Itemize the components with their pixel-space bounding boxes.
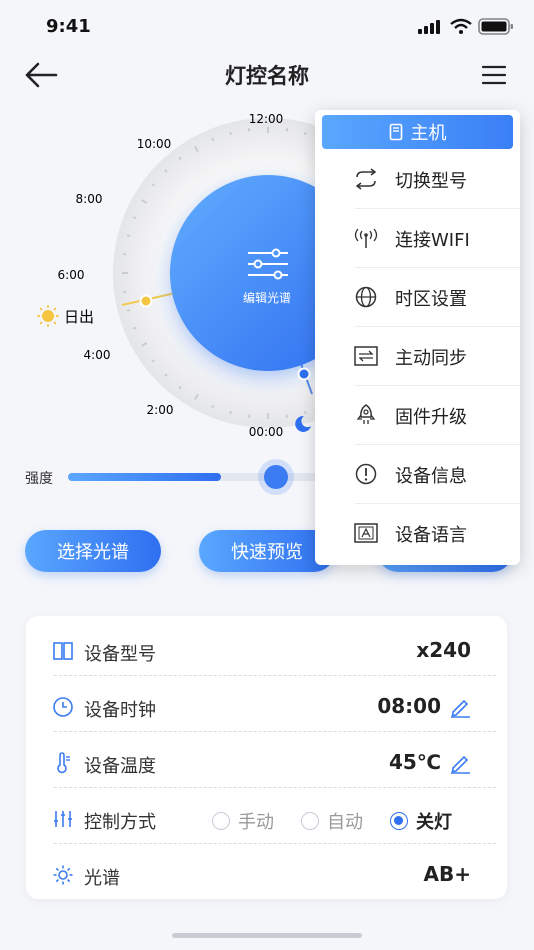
- menu-item-label: 切换型号: [395, 171, 467, 192]
- intensity-slider-fill: [68, 473, 221, 481]
- home-indicator: [172, 933, 362, 938]
- menu-item-switch-model[interactable]: 切换型号: [315, 150, 520, 209]
- rocket-icon: [356, 404, 376, 424]
- dial-tick: [132, 326, 137, 330]
- radio-circle: [301, 812, 319, 830]
- switch-icon: [355, 168, 377, 190]
- menu-item-sync[interactable]: 主动同步: [315, 327, 520, 386]
- sunrise-label: 日出: [64, 308, 94, 326]
- dial-tick: [304, 131, 307, 136]
- device-model-value: x240: [416, 638, 471, 662]
- device-clock-label: 设备时钟: [84, 700, 156, 721]
- menu-item-language[interactable]: 设备语言: [315, 504, 520, 563]
- device-model-row: 设备型号 x240: [26, 622, 507, 678]
- menu-header-label: 主机: [410, 123, 447, 144]
- radio-auto-label: 自动: [327, 812, 363, 833]
- menu-item-label: 固件升级: [395, 407, 467, 428]
- menu-item-timezone[interactable]: 时区设置: [315, 268, 520, 327]
- menu-item-firmware[interactable]: 固件升级: [315, 386, 520, 445]
- hour-8: 8:00: [76, 192, 103, 206]
- radio-off[interactable]: 关灯: [390, 808, 452, 834]
- hour-0: 00:00: [249, 425, 284, 439]
- menu-header: 主机: [322, 115, 513, 149]
- radio-auto[interactable]: 自动: [301, 808, 363, 834]
- dial-tick: [126, 234, 131, 237]
- language-icon: [354, 523, 378, 543]
- menu-item-label: 主动同步: [395, 348, 467, 369]
- device-model-label: 设备型号: [84, 644, 156, 665]
- hour-2: 2:00: [147, 403, 174, 417]
- divider: [54, 787, 496, 788]
- device-temperature-value: 45℃: [388, 750, 441, 774]
- device-temperature-row: 设备温度 45℃: [26, 734, 507, 790]
- spectrum-row: 光谱 AB+: [26, 846, 507, 902]
- intensity-label: 强度: [25, 471, 53, 487]
- device-icon: [389, 123, 402, 141]
- sun-icon: [37, 305, 59, 327]
- hour-10: 10:00: [137, 137, 172, 151]
- menu-item-label: 设备信息: [395, 466, 467, 487]
- dial-tick: [304, 410, 307, 415]
- menu-item-label: 时区设置: [395, 289, 467, 310]
- clock-icon: [53, 697, 73, 717]
- dial-tick: [126, 309, 131, 312]
- sync-icon: [354, 346, 378, 366]
- radio-circle-selected: [390, 812, 408, 830]
- device-temperature-label: 设备温度: [84, 756, 156, 777]
- menu-item-device-info[interactable]: 设备信息: [315, 445, 520, 504]
- center-label: 编辑光谱: [243, 290, 291, 305]
- control-mode-label: 控制方式: [84, 812, 156, 833]
- select-spectrum-button[interactable]: 选择光谱: [25, 530, 161, 572]
- device-clock-row: 设备时钟 08:00: [26, 678, 507, 734]
- divider: [54, 843, 496, 844]
- menu-icon[interactable]: [480, 64, 508, 86]
- edit-clock-icon[interactable]: [449, 696, 471, 718]
- info-icon: [355, 463, 377, 485]
- thermometer-icon: [57, 752, 70, 774]
- dial-tick: [229, 131, 232, 136]
- globe-icon: [355, 286, 377, 308]
- sunset-handle[interactable]: [297, 367, 311, 381]
- dial-tick: [229, 410, 232, 415]
- intensity-slider-thumb[interactable]: [264, 465, 288, 489]
- device-clock-value: 08:00: [377, 694, 441, 718]
- hour-12: 12:00: [249, 112, 284, 126]
- status-time: 9:41: [46, 16, 91, 37]
- page-title: 灯控名称: [225, 64, 309, 88]
- sunrise-handle[interactable]: [139, 294, 153, 308]
- dial-tick: [132, 216, 137, 220]
- divider: [54, 731, 496, 732]
- radio-off-label: 关灯: [416, 812, 452, 833]
- host-dropdown-menu: 主机 切换型号 连接WIFI 时区设置 主动同步 固件升级 设备信息 设备语言: [315, 110, 520, 565]
- battery-icon: [478, 18, 513, 35]
- signal-icon: [418, 20, 440, 34]
- menu-item-connect-wifi[interactable]: 连接WIFI: [315, 209, 520, 268]
- radio-manual-label: 手动: [238, 812, 274, 833]
- spectrum-value: AB+: [423, 862, 471, 886]
- radio-circle: [212, 812, 230, 830]
- hour-6: 6:00: [58, 268, 85, 282]
- edit-temperature-icon[interactable]: [449, 752, 471, 774]
- menu-item-label: 连接WIFI: [395, 230, 470, 251]
- sun-outline-icon: [53, 865, 73, 885]
- dial-tick: [211, 404, 215, 409]
- device-info-card: 设备型号 x240 设备时钟 08:00 设备温度 45℃ 控制方式 手动 自动…: [26, 616, 507, 899]
- menu-item-label: 设备语言: [395, 525, 467, 546]
- status-bar: 9:41: [0, 0, 534, 54]
- model-icon: [53, 642, 73, 660]
- wifi-icon: [450, 18, 472, 34]
- equalizer-icon: [54, 811, 72, 827]
- radio-manual[interactable]: 手动: [212, 808, 274, 834]
- antenna-icon: [354, 228, 378, 248]
- spectrum-label: 光谱: [84, 868, 120, 889]
- hour-4: 4:00: [84, 348, 111, 362]
- divider: [54, 675, 496, 676]
- control-mode-row: 控制方式 手动 自动 关灯: [26, 790, 507, 846]
- dial-tick: [211, 137, 215, 142]
- sliders-icon: [248, 248, 288, 280]
